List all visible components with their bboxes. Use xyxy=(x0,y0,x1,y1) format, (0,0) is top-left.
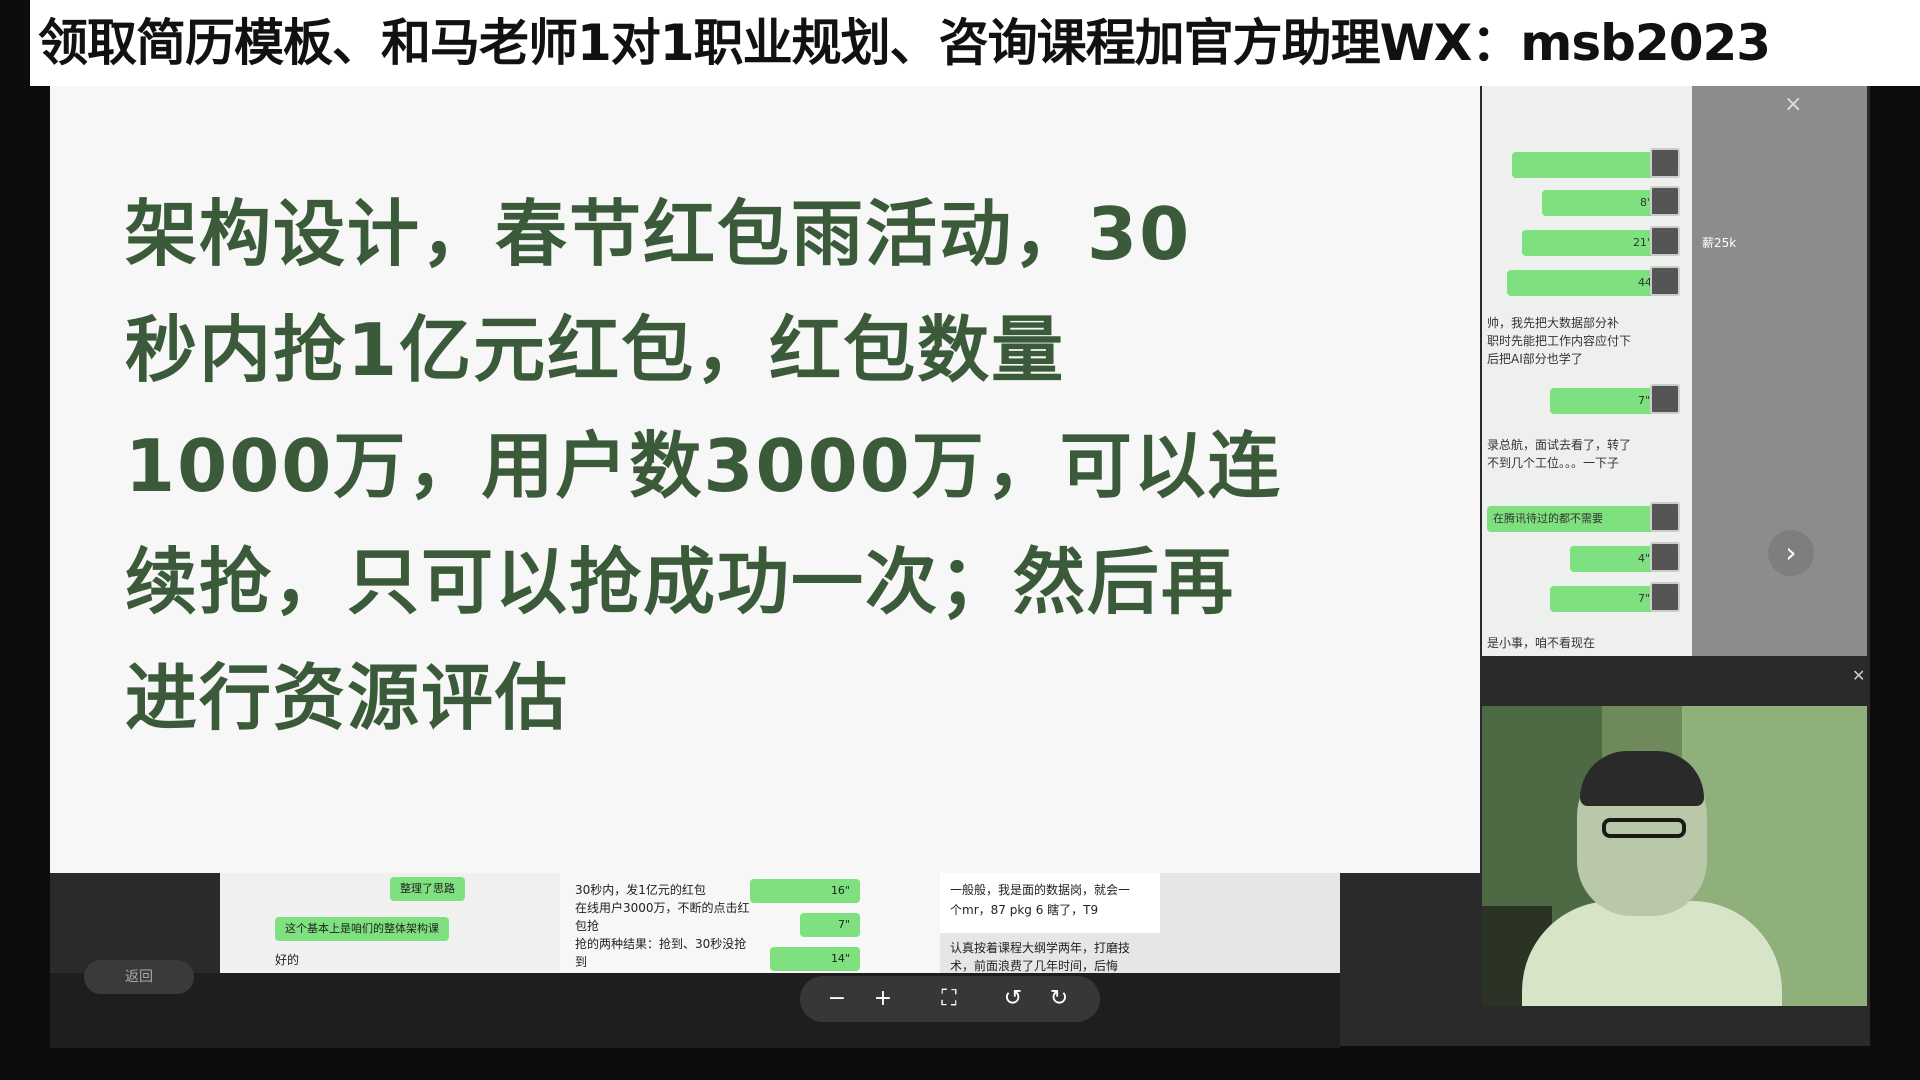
avatar xyxy=(1650,266,1680,296)
chat-text: 薪25k xyxy=(1702,236,1737,250)
webcam-feed xyxy=(1482,706,1867,1006)
chat-text: 不到几个工位。。。一下子 xyxy=(1487,456,1620,470)
text-message[interactable]: 整理了思路 xyxy=(390,877,465,901)
chat-text: 认真按着课程大纲学两年，打磨技 xyxy=(950,941,1131,955)
chat-text: 是小事，咱不看现在 xyxy=(1487,636,1596,650)
back-button[interactable]: 返回 xyxy=(84,960,194,994)
viewer-line: 秒内抢1亿元红包，红包数量 xyxy=(125,308,1066,392)
watermark-banner: 领取简历模板、和马老师1对1职业规划、咨询课程加官方助理WX：msb2023 xyxy=(30,0,1920,86)
chat-text: 个mr，87 pkg 6 瞎了，T9 xyxy=(950,903,1099,917)
rotate-right-icon[interactable]: ↻ xyxy=(1044,984,1074,1014)
chat-column: 16" 7" 14" 一般般，我是面的数据岗，就会一 个mr，87 pkg 6 … xyxy=(750,873,1340,973)
text-message[interactable]: 在腾讯待过的都不需要 xyxy=(1487,506,1657,532)
chat-text: 抢的两种结果：抢到、30秒没抢 xyxy=(575,937,747,951)
voice-message[interactable]: 7" xyxy=(1550,586,1660,612)
chat-text: 好的 xyxy=(275,953,300,967)
chat-text: 后把AI部分也学了 xyxy=(1487,352,1583,366)
viewer-line: 进行资源评估 xyxy=(125,656,570,740)
zoom-in-icon[interactable]: + xyxy=(868,984,898,1014)
avatar xyxy=(1650,186,1680,216)
text-message[interactable]: 这个基本上是咱们的整体架构课 xyxy=(275,917,449,941)
glasses xyxy=(1602,818,1686,838)
close-icon[interactable]: × xyxy=(1784,92,1802,117)
voice-message[interactable]: 7" xyxy=(800,913,860,937)
image-viewer: 架构设计，春节红包雨活动，30 秒内抢1亿元红包，红包数量 1000万，用户数3… xyxy=(50,86,1480,873)
avatar xyxy=(1650,148,1680,178)
right-edge xyxy=(1870,86,1920,1080)
viewer-text-block: 架构设计，春节红包雨活动，30 秒内抢1亿元红包，红包数量 1000万，用户数3… xyxy=(125,176,1405,756)
chat-text: 在线用户3000万，不断的点击红 xyxy=(575,901,750,915)
chat-text: 录总航，面试去看了，转了 xyxy=(1487,438,1632,452)
chat-text: 包抢 xyxy=(575,919,600,933)
voice-message[interactable]: 7" xyxy=(1550,388,1660,414)
voice-message[interactable]: 4" xyxy=(1570,546,1660,572)
fullscreen-icon[interactable]: ⛶ xyxy=(934,984,964,1014)
next-image-button[interactable]: › xyxy=(1768,530,1814,576)
chat-panel-right: 4" 8" 21" 44" 薪25k 帅，我先把大数据部分补 职时先能把工作内容… xyxy=(1482,86,1867,656)
close-icon[interactable]: ✕ xyxy=(1852,666,1865,685)
voice-message[interactable]: 44" xyxy=(1507,270,1667,296)
voice-message[interactable]: 16" xyxy=(750,879,860,903)
avatar xyxy=(1650,502,1680,532)
viewer-line: 架构设计，春节红包雨活动，30 xyxy=(125,192,1192,276)
voice-message[interactable]: 21" xyxy=(1522,230,1662,256)
voice-message[interactable]: 8" xyxy=(1542,190,1662,216)
chat-text: 一般般，我是面的数据岗，就会一 xyxy=(950,883,1131,897)
avatar xyxy=(1650,384,1680,414)
voice-message[interactable]: 4" xyxy=(1512,152,1672,178)
person-body xyxy=(1522,901,1782,1006)
viewer-line: 续抢，只可以抢成功一次；然后再 xyxy=(125,540,1236,624)
zoom-out-icon[interactable]: − xyxy=(822,984,852,1014)
rotate-left-icon[interactable]: ↺ xyxy=(998,984,1028,1014)
avatar xyxy=(1650,542,1680,572)
chat-text: 30秒内，发1亿元的红包 xyxy=(575,883,706,897)
chat-text: 帅，我先把大数据部分补 xyxy=(1487,316,1620,330)
viewer-line: 1000万，用户数3000万，可以连 xyxy=(125,424,1282,508)
avatar xyxy=(1650,226,1680,256)
bottom-chat-strip: 整理了思路 这个基本上是咱们的整体架构课 好的 30秒内，发1亿元的红包 在线用… xyxy=(220,873,1340,973)
chat-text: 职时先能把工作内容应付下 xyxy=(1487,334,1632,348)
viewer-toolbar: − + ⛶ ↺ ↻ xyxy=(800,976,1100,1022)
chat-text: 到 xyxy=(575,955,588,969)
chat-text: 术，前面浪费了几年时间，后悔 xyxy=(950,959,1119,973)
voice-message[interactable]: 14" xyxy=(770,947,860,971)
avatar xyxy=(1650,582,1680,612)
bottom-dark-area xyxy=(50,973,1340,1048)
